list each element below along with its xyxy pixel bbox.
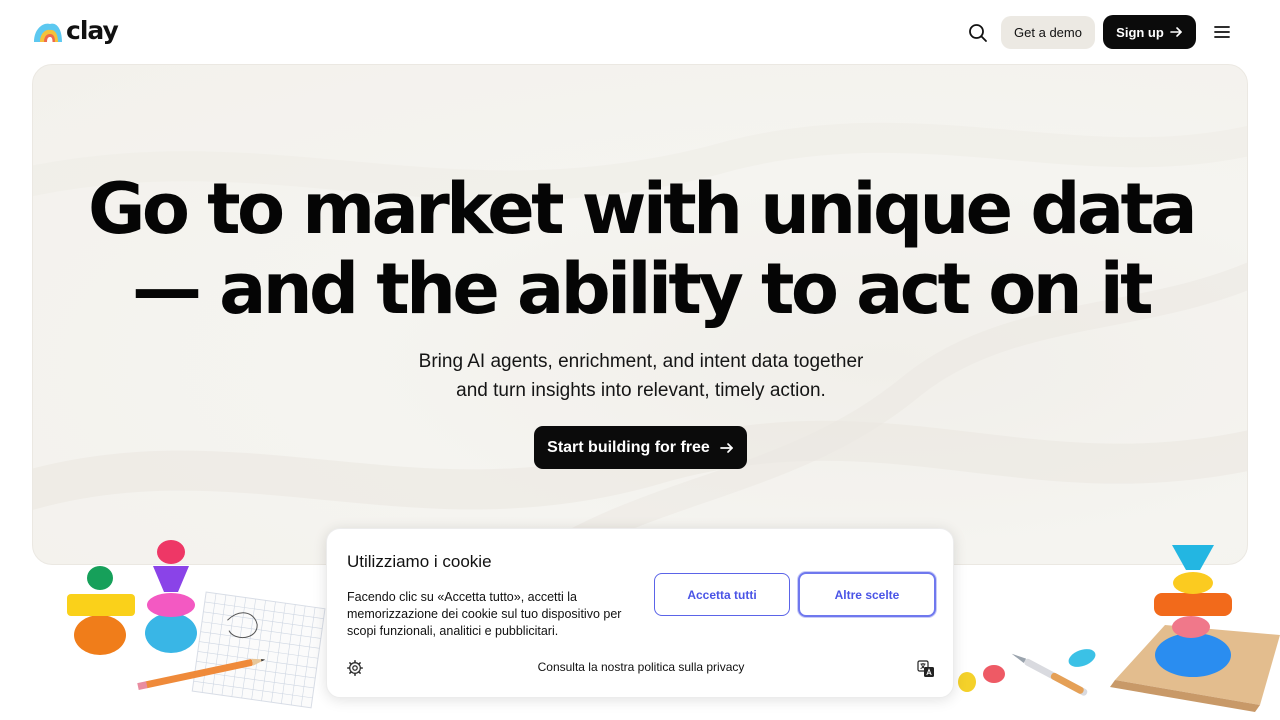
search-icon (969, 24, 987, 42)
subheadline-line-1: Bring AI agents, enrichment, and intent … (418, 351, 864, 372)
privacy-policy-label: Consulta la nostra politica sulla privac… (537, 660, 745, 674)
cookie-consent-dialog: Utilizziamo i cookie Facendo clic su «Ac… (326, 528, 954, 698)
get-a-demo-button[interactable]: Get a demo (1001, 16, 1095, 49)
arrow-right-icon (1170, 27, 1182, 37)
sign-up-label: Sign up (1116, 24, 1164, 40)
headline-line-1: Go to market with unique data (88, 168, 1198, 250)
search-button[interactable] (965, 20, 991, 46)
hamburger-menu-button[interactable] (1210, 20, 1234, 44)
clay-logo[interactable]: clay (32, 16, 119, 46)
privacy-policy-link[interactable]: Consulta la nostra politica sulla privac… (327, 660, 955, 674)
arrow-right-icon (719, 442, 733, 453)
cookie-title: Utilizziamo i cookie (347, 552, 492, 571)
start-building-label: Start building for free (547, 438, 710, 456)
clay-logo-icon (34, 23, 62, 42)
subheadline-line-2: and turn insights into relevant, timely … (456, 380, 826, 401)
start-building-button[interactable]: Start building for free (534, 426, 747, 469)
more-choices-label: Altre scelte (834, 587, 900, 602)
hero-headline: Go to market with unique data — and the … (33, 168, 1247, 330)
sign-up-button[interactable]: Sign up (1103, 15, 1196, 49)
accept-all-label: Accetta tutti (687, 587, 757, 602)
right-clay-illustration (958, 545, 1280, 712)
headline-line-2: — and the ability to act on it (131, 248, 1154, 330)
logo-wordmark: clay (66, 16, 119, 45)
left-clay-illustration (67, 540, 326, 709)
top-navigation: clay Get a demo Sign up (0, 0, 1280, 64)
accept-all-button[interactable]: Accetta tutti (654, 573, 790, 616)
cookie-description: Facendo clic su «Accetta tutto», accetti… (347, 590, 622, 638)
get-a-demo-label: Get a demo (1014, 25, 1082, 40)
hamburger-menu-icon (1214, 26, 1230, 38)
hero-section: Go to market with unique data — and the … (32, 64, 1248, 565)
more-choices-button[interactable]: Altre scelte (798, 572, 936, 617)
hero-subheadline: Bring AI agents, enrichment, and intent … (33, 347, 1247, 405)
translate-icon[interactable] (917, 660, 935, 678)
